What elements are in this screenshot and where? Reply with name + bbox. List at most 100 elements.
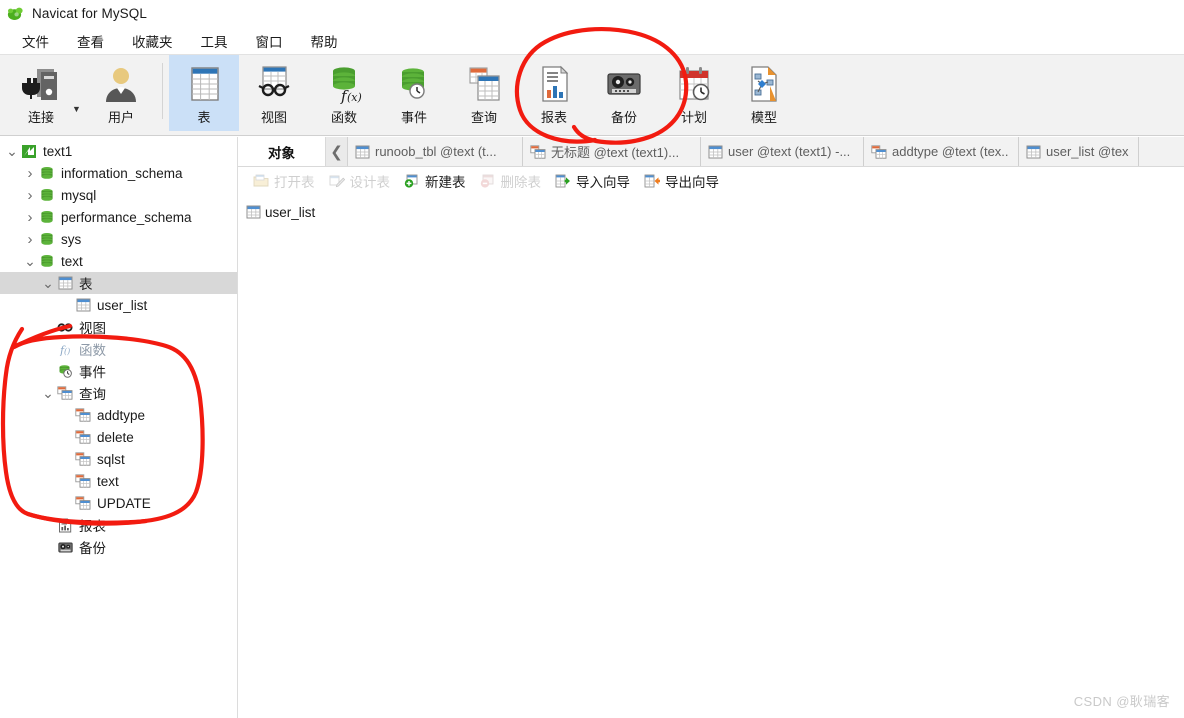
- menu-help[interactable]: 帮助: [297, 29, 352, 53]
- tree-node-表[interactable]: ⌄ 表: [0, 272, 237, 294]
- list-item[interactable]: user_list: [246, 202, 323, 222]
- document-tab[interactable]: runoob_tbl @text (t...: [348, 137, 523, 166]
- document-tab[interactable]: user_list @tex: [1019, 137, 1139, 166]
- document-tab[interactable]: user @text (text1) -...: [701, 137, 864, 166]
- query-icon: [74, 429, 92, 445]
- report-icon: [56, 517, 74, 533]
- object-toolbar-import-wizard[interactable]: 导入向导: [548, 169, 637, 193]
- object-tree-sidebar[interactable]: ⌄ text1 › information_schema › mysql › perfo…: [0, 137, 238, 718]
- toolbar-button-model[interactable]: 模型: [729, 55, 799, 131]
- tree-node-查询[interactable]: ⌄ 查询: [0, 382, 237, 404]
- document-tab[interactable]: 无标题 @text (text1)...: [523, 137, 701, 166]
- chevron-right-icon[interactable]: ›: [22, 166, 38, 181]
- toolbar-button-user[interactable]: 用户: [86, 55, 156, 131]
- tree-node-text1[interactable]: ⌄ text1: [0, 140, 237, 162]
- tree-node-备份[interactable]: 备份: [0, 536, 237, 558]
- menu-file[interactable]: 文件: [8, 29, 63, 53]
- user-icon: [98, 63, 144, 105]
- tree-node-performance_schema[interactable]: › performance_schema: [0, 206, 237, 228]
- tree-node-label: performance_schema: [61, 209, 192, 225]
- toolbar-button-connection[interactable]: 连接: [10, 55, 72, 131]
- document-tab-strip: runoob_tbl @text (t... 无标题 @text (text1)…: [348, 137, 1184, 166]
- tree-node-text[interactable]: ⌄ text: [0, 250, 237, 272]
- model-icon: [741, 63, 787, 105]
- tree-node-text[interactable]: text: [0, 470, 237, 492]
- object-list[interactable]: user_list: [238, 196, 1184, 718]
- tree-node-mysql[interactable]: › mysql: [0, 184, 237, 206]
- query-icon: [75, 474, 91, 488]
- toolbar-button-view[interactable]: 视图: [239, 55, 309, 131]
- design-table-icon: [329, 174, 345, 188]
- chevron-down-icon[interactable]: ⌄: [22, 254, 38, 268]
- database-icon: [40, 232, 54, 247]
- query-icon: [530, 144, 546, 159]
- tree-node-information_schema[interactable]: › information_schema: [0, 162, 237, 184]
- connection-dropdown-caret-icon[interactable]: ▼: [72, 104, 86, 114]
- tree-node-UPDATE[interactable]: UPDATE: [0, 492, 237, 514]
- toolbar-button-table[interactable]: 表: [169, 55, 239, 131]
- svg-text:(): (): [64, 347, 70, 356]
- tab-objects[interactable]: 对象: [238, 137, 326, 166]
- query-icon: [74, 473, 92, 489]
- object-toolbar-label: 打开表: [274, 174, 315, 190]
- toolbar-button-schedule[interactable]: 计划: [659, 55, 729, 131]
- chevron-down-icon[interactable]: ⌄: [4, 144, 20, 158]
- new-table-icon: [404, 174, 420, 188]
- chevron-left-icon[interactable]: ❮: [326, 137, 348, 166]
- database-icon: [38, 165, 56, 181]
- table-icon: [708, 145, 723, 159]
- table-icon: [181, 63, 227, 105]
- chevron-right-icon[interactable]: ›: [22, 210, 38, 225]
- query-icon: [75, 496, 91, 510]
- tree-node-label: 报表: [79, 519, 106, 534]
- tree-node-事件[interactable]: 事件: [0, 360, 237, 382]
- menu-favorites[interactable]: 收藏夹: [118, 29, 187, 53]
- event-icon: [391, 63, 437, 105]
- table-icon: [1026, 145, 1041, 159]
- tree-node-label: sys: [61, 231, 82, 247]
- tree-node-label: 表: [79, 277, 93, 292]
- menu-window[interactable]: 窗口: [242, 29, 297, 53]
- report-icon: [58, 518, 72, 533]
- tree-node-sys[interactable]: › sys: [0, 228, 237, 250]
- toolbar-button-backup[interactable]: 备份: [589, 55, 659, 131]
- toolbar-button-event[interactable]: 事件: [379, 55, 449, 131]
- object-toolbar-new-table[interactable]: 新建表: [397, 169, 473, 193]
- function-icon: f(): [56, 341, 74, 357]
- object-toolbar-export-wizard[interactable]: 导出向导: [637, 169, 726, 193]
- query-icon: [75, 408, 91, 422]
- tree-node-函数[interactable]: f() 函数: [0, 338, 237, 360]
- menu-tools[interactable]: 工具: [187, 29, 242, 53]
- tree-node-delete[interactable]: delete: [0, 426, 237, 448]
- main-body: ⌄ text1 › information_schema › mysql › perfo…: [0, 137, 1184, 718]
- toolbar-button-report[interactable]: 报表: [519, 55, 589, 131]
- tree-node-label: addtype: [97, 407, 146, 423]
- chevron-down-icon[interactable]: ⌄: [40, 276, 56, 290]
- tab-bar: 对象 ❮ runoob_tbl @text (t... 无标题 @text (t…: [238, 137, 1184, 167]
- tree-node-label: 视图: [79, 321, 106, 336]
- toolbar-button-query[interactable]: 查询: [449, 55, 519, 131]
- toolbar-label-query: 查询: [470, 110, 497, 125]
- query-icon: [56, 385, 74, 401]
- tree-node-label: text1: [43, 143, 73, 159]
- tree-node-sqlst[interactable]: sqlst: [0, 448, 237, 470]
- tree-node-视图[interactable]: 视图: [0, 316, 237, 338]
- tree-node-addtype[interactable]: addtype: [0, 404, 237, 426]
- toolbar-button-function[interactable]: f (x) 函数: [309, 55, 379, 131]
- navicat-logo-icon: [6, 5, 24, 23]
- document-tab[interactable]: addtype @text (tex...: [864, 137, 1019, 166]
- chevron-right-icon[interactable]: ›: [22, 232, 38, 247]
- table-icon: [246, 205, 261, 219]
- import-wizard-icon: [555, 174, 571, 188]
- query-icon: [57, 386, 73, 400]
- view-icon: [251, 63, 297, 105]
- connection-green-icon: [21, 144, 37, 159]
- query-icon: [461, 63, 507, 105]
- menu-view[interactable]: 查看: [63, 29, 118, 53]
- chevron-right-icon[interactable]: ›: [22, 188, 38, 203]
- import-wizard-icon: [555, 174, 571, 188]
- tree-node-user_list[interactable]: user_list: [0, 294, 237, 316]
- title-bar: Navicat for MySQL: [0, 0, 1184, 28]
- chevron-down-icon[interactable]: ⌄: [40, 386, 56, 400]
- tree-node-报表[interactable]: 报表: [0, 514, 237, 536]
